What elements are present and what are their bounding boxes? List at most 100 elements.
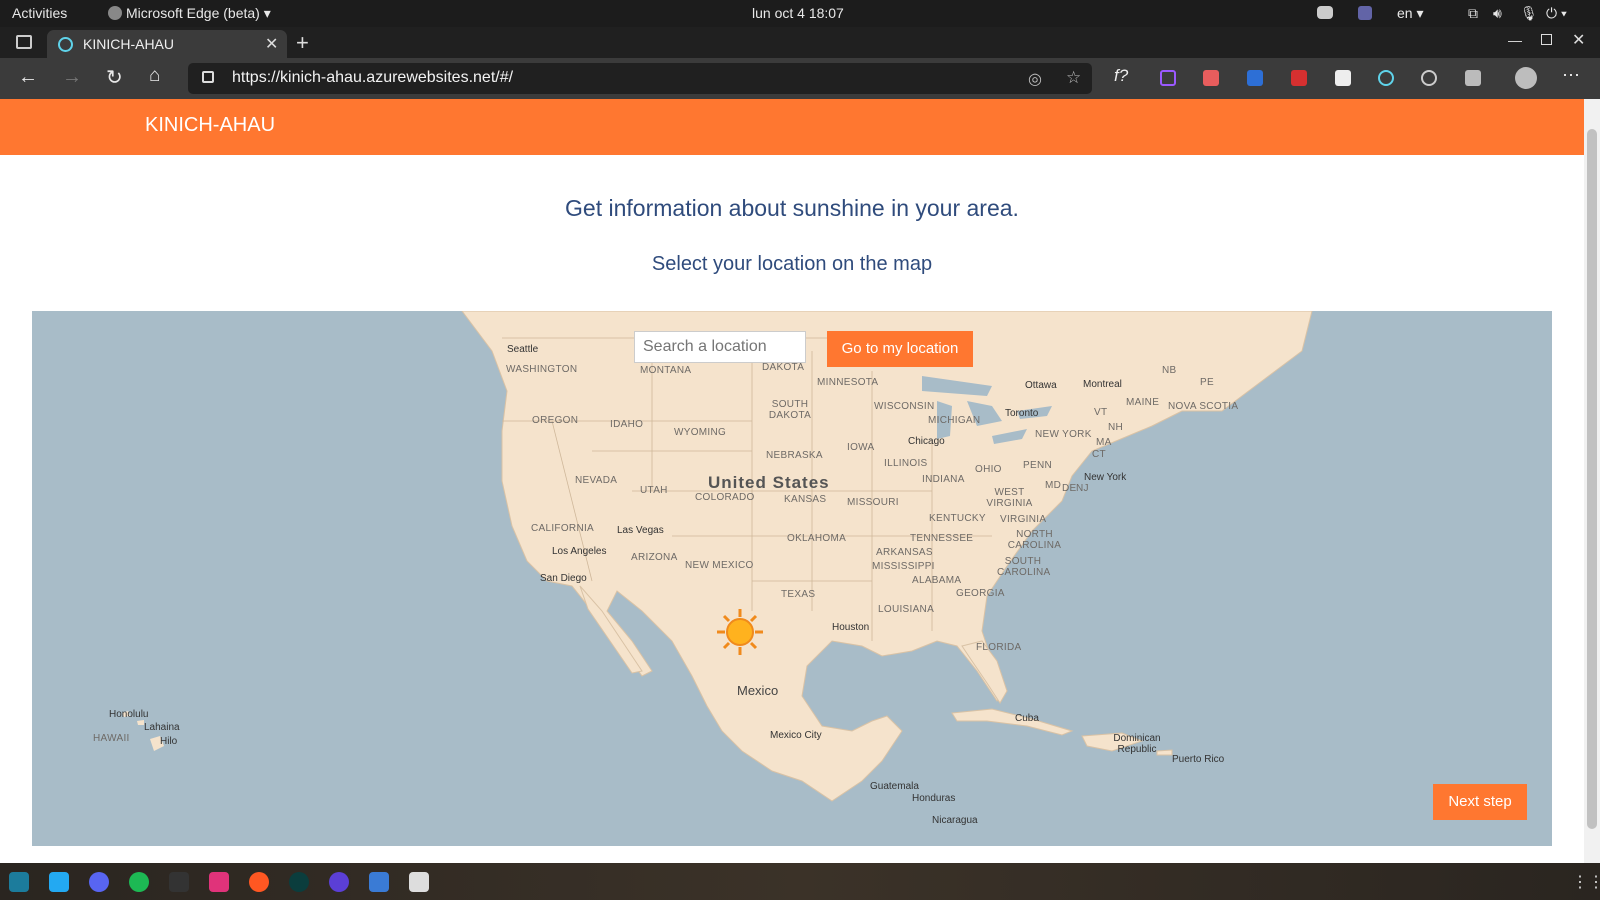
- map-label-city: Ottawa: [1025, 380, 1057, 391]
- add-favorite-icon[interactable]: ☆: [1066, 68, 1081, 88]
- volume-icon[interactable]: 🔊︎: [1493, 5, 1502, 22]
- close-tab-icon[interactable]: ✕: [265, 34, 278, 54]
- search-location-input[interactable]: [634, 331, 806, 363]
- brand-link[interactable]: KINICH-AHAU: [145, 114, 275, 137]
- language-indicator[interactable]: en ▾: [1397, 5, 1424, 22]
- map-label-state: MINNESOTA: [817, 377, 879, 388]
- map-label-state: MICHIGAN: [928, 415, 981, 426]
- back-icon[interactable]: ←: [18, 66, 38, 89]
- extension-blue-icon[interactable]: [1247, 70, 1263, 86]
- gitkraken-dock-icon[interactable]: [289, 872, 309, 892]
- map-label-state: OKLAHOMA: [787, 533, 847, 544]
- map-label-city: Dominican Republic: [1113, 733, 1161, 755]
- files-dock-icon[interactable]: [409, 872, 429, 892]
- map-label-state: SOUTH DAKOTA: [768, 399, 812, 421]
- more-options-icon[interactable]: ⋯: [1562, 65, 1580, 86]
- web-page: KINICH-AHAU Get information about sunshi…: [0, 99, 1584, 863]
- extension-purple-icon[interactable]: [1160, 70, 1176, 86]
- go-to-my-location-button[interactable]: Go to my location: [827, 331, 973, 367]
- extension-reader-icon[interactable]: [1335, 70, 1351, 86]
- app-purple-dock-icon[interactable]: [329, 872, 349, 892]
- system-top-bar: Activities Microsoft Edge (beta) ▾ lun o…: [0, 0, 1600, 27]
- sun-marker-icon[interactable]: [715, 607, 765, 657]
- map-label-country: Mexico: [737, 683, 779, 698]
- map-label-state: NEW MEXICO: [685, 560, 754, 571]
- address-bar[interactable]: https://kinich-ahau.azurewebsites.net/#/…: [188, 63, 1092, 94]
- map-label-city: Honolulu: [109, 709, 149, 720]
- lock-icon[interactable]: [202, 71, 214, 83]
- map-label-state: INDIANA: [922, 474, 965, 485]
- spotify-dock-icon[interactable]: [129, 872, 149, 892]
- map-label-state: KENTUCKY: [929, 513, 986, 524]
- jetbrains-dock-icon[interactable]: [209, 872, 229, 892]
- tab-actions-icon[interactable]: [16, 35, 32, 49]
- discord-dock-icon[interactable]: [89, 872, 109, 892]
- extension-circle-icon[interactable]: [1421, 70, 1437, 86]
- map-label-state: VIRGINIA: [1000, 514, 1047, 525]
- extension-red-icon[interactable]: [1291, 70, 1307, 86]
- map-label-state: KANSAS: [784, 494, 827, 505]
- forward-icon[interactable]: →: [62, 66, 82, 89]
- map-label-state: MD: [1045, 480, 1062, 491]
- microphone-icon[interactable]: 🎙︎: [1520, 5, 1538, 22]
- map-label-state: DE: [1062, 483, 1077, 494]
- function-extension-icon[interactable]: f?: [1114, 66, 1128, 86]
- navbar: KINICH-AHAU: [0, 99, 1584, 155]
- network-icon[interactable]: ⧉: [1468, 5, 1478, 22]
- map-label-state: WASHINGTON: [506, 364, 578, 375]
- map-label-state: ALABAMA: [912, 575, 962, 586]
- show-apps-icon[interactable]: ⋮⋮: [1572, 872, 1600, 892]
- map-label-city: Puerto Rico: [1172, 754, 1225, 765]
- map-label-city: Hilo: [160, 736, 178, 747]
- map-label-city: Mexico City: [770, 730, 822, 741]
- app-name: Microsoft Edge (beta): [126, 5, 260, 21]
- extension-grey-icon[interactable]: [1465, 70, 1481, 86]
- terminal-dock-icon[interactable]: [169, 872, 189, 892]
- vscode-dock-icon[interactable]: [49, 872, 69, 892]
- map-label-city: Cuba: [1015, 713, 1039, 724]
- map-basemap: [122, 311, 1313, 802]
- refresh-icon[interactable]: ↻: [106, 65, 123, 90]
- close-window-icon[interactable]: ✕: [1572, 30, 1585, 50]
- minimize-icon[interactable]: —: [1508, 32, 1522, 48]
- location-permission-icon[interactable]: ◎: [1028, 69, 1042, 89]
- edge-dock-icon[interactable]: [9, 872, 29, 892]
- profile-avatar[interactable]: [1515, 67, 1537, 89]
- map[interactable]: Seattle WASHINGTON MONTANA DAKOTA MINNES…: [32, 311, 1552, 846]
- map-label-state: VT: [1094, 407, 1108, 418]
- activities-button[interactable]: Activities: [12, 5, 67, 21]
- teams-tray-icon[interactable]: [1358, 6, 1372, 20]
- react-devtools-icon[interactable]: [1378, 70, 1394, 86]
- page-scrollbar[interactable]: [1584, 99, 1600, 863]
- postman-dock-icon[interactable]: [249, 872, 269, 892]
- url-text[interactable]: https://kinich-ahau.azurewebsites.net/#/: [232, 69, 513, 87]
- map-label-city: Las Vegas: [617, 525, 664, 536]
- clock[interactable]: lun oct 4 18:07: [752, 5, 844, 21]
- map-label-city: New York: [1084, 472, 1127, 483]
- discord-tray-icon[interactable]: [1317, 6, 1333, 19]
- map-label-city: Montreal: [1083, 379, 1122, 390]
- extension-figma-icon[interactable]: [1203, 70, 1219, 86]
- text-editor-dock-icon[interactable]: [369, 872, 389, 892]
- scrollbar-thumb[interactable]: [1587, 129, 1597, 829]
- map-label-state: NOVA SCOTIA: [1168, 401, 1239, 412]
- map-label-state: ARKANSAS: [876, 547, 933, 558]
- map-label-city: Honduras: [912, 793, 956, 804]
- new-tab-icon[interactable]: +: [296, 30, 309, 56]
- language-code: en: [1397, 5, 1413, 21]
- map-label-state: MONTANA: [640, 365, 692, 376]
- map-label-state: NJ: [1076, 483, 1089, 494]
- next-step-button[interactable]: Next step: [1433, 784, 1527, 820]
- map-label-state: DAKOTA: [762, 362, 805, 373]
- app-menu[interactable]: Microsoft Edge (beta) ▾: [108, 5, 271, 22]
- map-label-state: NORTH CAROLINA: [1007, 529, 1062, 551]
- map-label-country: United States: [708, 473, 830, 492]
- map-label-state: PE: [1200, 377, 1214, 388]
- map-label-state: NEBRASKA: [766, 450, 823, 461]
- power-icon[interactable]: ⏻ ▾: [1546, 5, 1567, 22]
- home-icon[interactable]: ⌂: [149, 65, 160, 87]
- tab-kinich-ahau[interactable]: KINICH-AHAU ✕: [47, 30, 287, 59]
- chevron-down-icon: ▾: [263, 5, 271, 21]
- map-label-state: PENN: [1023, 460, 1052, 471]
- restore-icon[interactable]: [1541, 34, 1552, 45]
